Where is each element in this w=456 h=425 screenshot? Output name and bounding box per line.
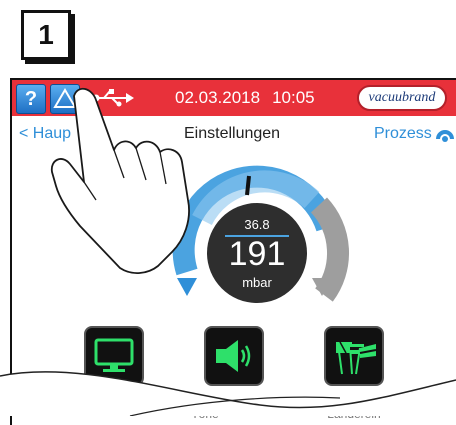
pointing-hand-icon xyxy=(50,87,190,274)
